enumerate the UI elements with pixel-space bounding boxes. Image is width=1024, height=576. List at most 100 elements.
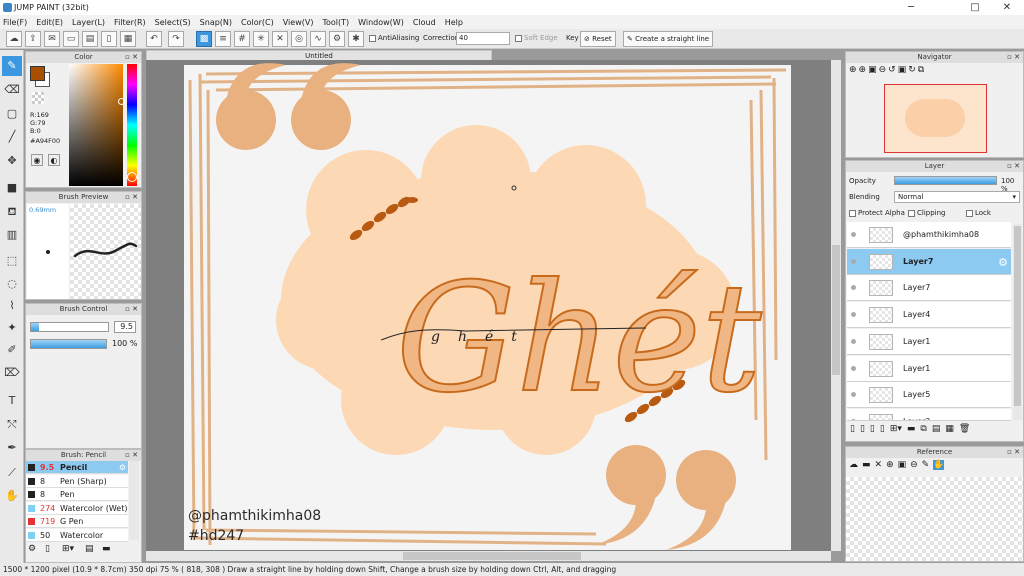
curve-snap-icon[interactable]: ∿ — [310, 31, 326, 47]
hand-tool-icon[interactable]: ✋ — [2, 486, 22, 506]
straight-line-button[interactable]: ✎ Create a straight line — [623, 31, 714, 47]
grid-icon[interactable]: ▦ — [120, 31, 136, 47]
pen-tool-icon[interactable]: ✒ — [2, 438, 22, 458]
close-reference-icon[interactable]: ✕ — [875, 460, 883, 470]
brush-list-item[interactable]: 274 Watercolor (Wet) — [26, 501, 128, 515]
rotate-right-icon[interactable]: ↻ — [908, 65, 916, 75]
zoom-actual-icon[interactable]: ▣ — [868, 65, 877, 75]
visibility-icon[interactable] — [851, 232, 856, 237]
ref-eyedropper-icon[interactable]: ✎ — [922, 460, 930, 470]
select-eraser-tool-icon[interactable]: ⌦ — [2, 363, 22, 383]
upload-icon[interactable]: ⇪ — [25, 31, 41, 47]
chat-icon[interactable]: ✉ — [44, 31, 60, 47]
visibility-icon[interactable] — [851, 365, 856, 371]
select-rect-tool-icon[interactable]: ⬚ — [2, 251, 22, 271]
layer-row[interactable]: Layer1 — [847, 355, 1011, 382]
merge-layer-icon[interactable]: ▤ — [932, 424, 941, 440]
select-move-tool-icon[interactable]: ⤲ — [2, 415, 22, 435]
navigator-thumbnail[interactable] — [884, 84, 987, 153]
brush-list-item[interactable]: 9.5 Pencil ⚙ — [26, 461, 128, 474]
circle-snap-icon[interactable]: ◎ — [291, 31, 307, 47]
panel-close-icon[interactable]: ▫ ✕ — [1007, 52, 1020, 63]
menu-window[interactable]: Window(W) — [358, 18, 404, 27]
layer-row[interactable]: Layer7 — [847, 275, 1011, 302]
menu-snap[interactable]: Snap(N) — [200, 18, 232, 27]
magic-wand-tool-icon[interactable]: ✦ — [2, 318, 22, 338]
radial-snap-icon[interactable]: ✳ — [253, 31, 269, 47]
reference-canvas[interactable] — [846, 477, 1023, 561]
minimize-button[interactable]: ─ — [896, 0, 926, 15]
menu-edit[interactable]: Edit(E) — [36, 18, 63, 27]
layer-row[interactable]: Layer2 — [847, 408, 1011, 421]
panel-close-icon[interactable]: ▫ ✕ — [125, 192, 138, 203]
visibility-icon[interactable] — [851, 312, 856, 318]
lock-checkbox[interactable]: Lock — [966, 209, 991, 217]
menu-help[interactable]: Help — [445, 18, 463, 27]
undo-icon[interactable]: ↶ — [146, 31, 162, 47]
panel-close-icon[interactable]: ▫ ✕ — [125, 52, 138, 63]
brush-list-scrollbar[interactable] — [129, 461, 139, 540]
color-picker-handle[interactable] — [118, 98, 125, 105]
palette-icon[interactable]: ◉ — [31, 154, 43, 166]
comment-icon[interactable]: ▭ — [63, 31, 79, 47]
visibility-icon[interactable] — [851, 392, 856, 398]
layer-row[interactable]: Layer7 ⚙ — [847, 248, 1011, 275]
hue-slider[interactable] — [127, 64, 137, 186]
rectangle-tool-icon[interactable]: ▢ — [2, 104, 22, 124]
zoom-fit-icon[interactable]: ⊕ — [849, 65, 857, 75]
horizontal-scrollbar[interactable] — [146, 551, 831, 561]
select-pen-tool-icon[interactable]: ✐ — [2, 340, 22, 360]
menu-layer[interactable]: Layer(L) — [72, 18, 105, 27]
new-1bit-layer-icon[interactable]: ▯ — [880, 424, 885, 440]
menu-file[interactable]: File(F) — [3, 18, 27, 27]
layer-row[interactable]: @phamthikimha08 — [847, 222, 1011, 248]
brush-folder-icon[interactable]: ▬ — [102, 544, 116, 558]
ref-zoom-out-icon[interactable]: ⊖ — [910, 460, 918, 470]
menu-view[interactable]: View(V) — [283, 18, 314, 27]
ref-zoom-in-icon[interactable]: ⊕ — [886, 460, 894, 470]
add-layer-menu-icon[interactable]: ⊞▾ — [890, 424, 902, 440]
maximize-button[interactable]: □ — [960, 0, 990, 15]
move-tool-icon[interactable]: ✥ — [2, 151, 22, 171]
gradient-tool-icon[interactable]: ▥ — [2, 225, 22, 245]
panel-close-icon[interactable]: ▫ ✕ — [1007, 447, 1020, 458]
bucket-tool-icon[interactable]: ⛾ — [2, 202, 22, 222]
soft-edge-checkbox[interactable]: Soft Edge — [515, 34, 558, 42]
cloud-icon[interactable]: ☁ — [6, 31, 22, 47]
brush-tool-icon[interactable]: ✎ — [2, 56, 22, 76]
clipping-checkbox[interactable]: Clipping — [908, 209, 946, 217]
correction-input[interactable]: 40 — [456, 32, 510, 45]
layer-row[interactable]: Layer4 — [847, 302, 1011, 329]
new-file-icon[interactable]: ▯ — [101, 31, 117, 47]
layer-opacity-slider[interactable] — [894, 176, 997, 185]
settings-snap-icon[interactable]: ✱ — [348, 31, 364, 47]
brush-settings-icon[interactable]: ⚙ — [28, 544, 42, 558]
brush-list-item[interactable]: 719 G Pen — [26, 515, 128, 528]
add-brush-icon[interactable]: ⊞▾ — [62, 544, 82, 558]
layer-row[interactable]: Layer5 — [847, 382, 1011, 409]
brush-list-icon[interactable]: ▤ — [85, 544, 99, 558]
redo-icon[interactable]: ↷ — [168, 31, 184, 47]
text-tool-icon[interactable]: T — [2, 391, 22, 411]
delete-layer-icon[interactable]: 🗑 — [959, 424, 970, 440]
snap-off-icon[interactable]: ▩ — [196, 31, 212, 47]
reset-view-icon[interactable]: ▣ — [898, 65, 907, 75]
brush-list-item[interactable]: 8 Pen — [26, 488, 128, 501]
new-halftone-layer-icon[interactable]: ▯ — [860, 424, 865, 440]
menu-filter[interactable]: Filter(R) — [114, 18, 146, 27]
new-layer-icon[interactable]: ▯ — [850, 424, 855, 440]
eraser-tool-icon[interactable]: ⌫ — [2, 80, 22, 100]
lasso-tool-icon[interactable]: ◌ — [2, 274, 22, 294]
gear-icon[interactable]: ⚙ — [998, 256, 1008, 269]
brush-list-item[interactable]: 50 Watercolor — [26, 528, 128, 542]
page-icon[interactable]: ▤ — [82, 31, 98, 47]
close-button[interactable]: ✕ — [992, 0, 1022, 15]
gear-snap-icon[interactable]: ⚙ — [329, 31, 345, 47]
brush-opacity-slider[interactable] — [30, 339, 107, 349]
flip-icon[interactable]: ⧉ — [918, 65, 924, 75]
gear-icon[interactable]: ⚙ — [119, 461, 126, 474]
visibility-icon[interactable] — [851, 285, 856, 291]
hue-handle[interactable] — [127, 172, 137, 182]
saturation-value-picker[interactable] — [69, 64, 123, 186]
visibility-icon[interactable] — [851, 418, 856, 420]
